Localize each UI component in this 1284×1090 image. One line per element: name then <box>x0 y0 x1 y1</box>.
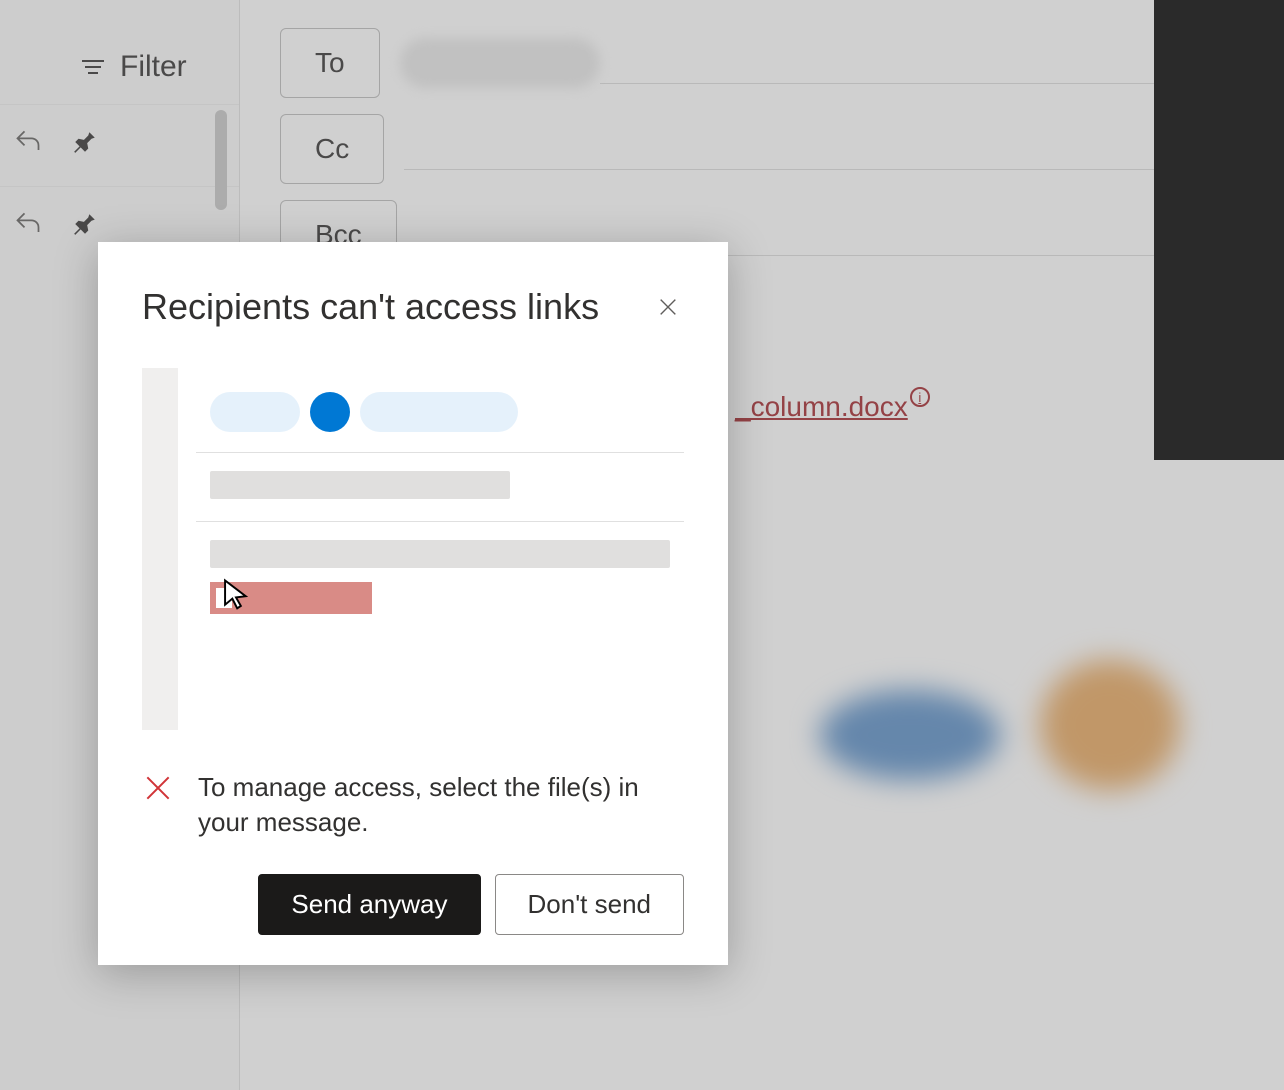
illustration-blocked-link <box>210 582 372 614</box>
close-button[interactable] <box>652 291 684 323</box>
illustration-sidebar <box>142 368 178 730</box>
warning-text: To manage access, select the file(s) in … <box>198 770 684 840</box>
access-warning-dialog: Recipients can't access links <box>98 242 728 965</box>
avatar-icon <box>310 392 350 432</box>
dialog-title: Recipients can't access links <box>142 286 599 328</box>
send-anyway-button[interactable]: Send anyway <box>258 874 480 935</box>
dialog-footer: Send anyway Don't send <box>142 874 684 935</box>
dont-send-button[interactable]: Don't send <box>495 874 685 935</box>
error-x-icon <box>142 770 174 840</box>
dialog-illustration <box>142 368 684 730</box>
close-icon <box>657 296 679 318</box>
warning-message-row: To manage access, select the file(s) in … <box>142 770 684 840</box>
dialog-header: Recipients can't access links <box>142 286 684 328</box>
illustration-body <box>196 368 684 730</box>
document-icon <box>216 588 232 608</box>
